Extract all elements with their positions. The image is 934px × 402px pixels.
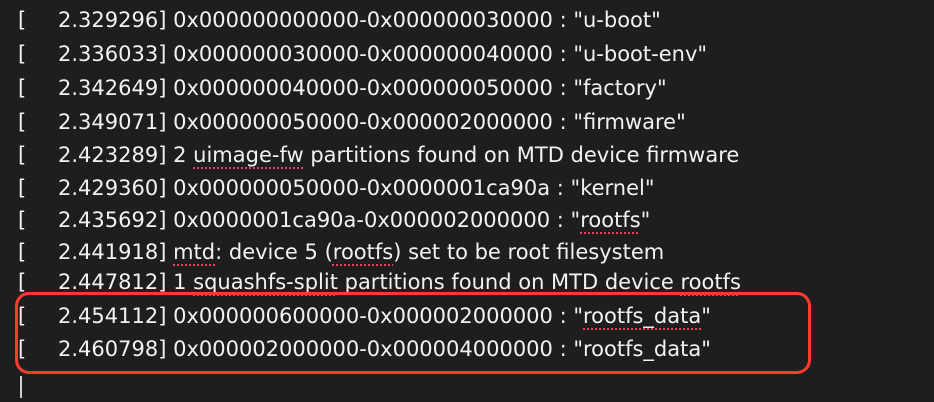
log-message: 0x000000600000-0x000002000000 : "rootfs_…	[173, 304, 711, 328]
log-bracket: [	[18, 270, 27, 294]
log-line: [2.454112] 0x000000600000-0x000002000000…	[18, 300, 711, 332]
log-line: [2.329296] 0x000000000000-0x000000030000…	[18, 4, 661, 36]
spellcheck-word: mtd	[173, 240, 216, 264]
log-bracket: [	[18, 143, 27, 167]
log-bracket: [	[18, 176, 27, 200]
log-message: 0x0000001ca90a-0x000002000000 : "rootfs"	[173, 208, 650, 232]
spellcheck-word: uimage-fw	[193, 143, 304, 167]
log-timestamp: 2.447812]	[58, 270, 167, 294]
log-message: 0x000000000000-0x000000030000 : "u-boot"	[173, 8, 661, 32]
log-message-part: "	[701, 304, 711, 328]
spellcheck-word: rootfs_data	[583, 304, 702, 328]
log-line: [2.435692] 0x0000001ca90a-0x000002000000…	[18, 204, 650, 236]
log-timestamp: 2.342649]	[58, 76, 167, 100]
spellcheck-word: squashfs-split	[193, 270, 338, 294]
spellcheck-word: rootfs	[580, 208, 641, 232]
spellcheck-word: rootfs	[680, 270, 741, 294]
log-message-part: 1	[173, 270, 194, 294]
log-timestamp: 2.336033]	[58, 42, 167, 66]
log-timestamp: 2.460798]	[58, 337, 167, 361]
log-line: [2.429360] 0x000000050000-0x0000001ca90a…	[18, 172, 655, 204]
log-message-part: 0x000000600000-0x000002000000 : "	[173, 304, 583, 328]
log-bracket: [	[18, 337, 27, 361]
log-message-part: 2	[173, 143, 194, 167]
log-message-part: partitions found on MTD device firmware	[303, 143, 740, 167]
log-message-part: "	[640, 208, 651, 232]
log-timestamp: 2.441918]	[58, 240, 167, 264]
terminal-window[interactable]: [2.329296] 0x000000000000-0x000000030000…	[0, 0, 934, 402]
log-message-part: 0x0000001ca90a-0x000002000000 : "	[173, 208, 581, 232]
log-line: [2.447812] 1 squashfs-split partitions f…	[18, 266, 741, 298]
log-bracket: [	[18, 304, 27, 328]
log-bracket: [	[18, 42, 27, 66]
log-line: [2.349071] 0x000000050000-0x000002000000…	[18, 106, 686, 138]
log-message: 0x000002000000-0x000004000000 : "rootfs_…	[173, 337, 711, 361]
log-timestamp: 2.454112]	[58, 304, 167, 328]
log-message: 0x000000050000-0x000002000000 : "firmwar…	[173, 110, 686, 134]
log-message: 2 uimage-fw partitions found on MTD devi…	[173, 143, 739, 167]
log-message-part: partitions found on MTD device	[337, 270, 681, 294]
log-bracket: [	[18, 208, 27, 232]
log-timestamp: 2.329296]	[58, 8, 167, 32]
log-message: mtd: device 5 (rootfs) set to be root fi…	[173, 240, 664, 264]
log-line: [2.441918] mtd: device 5 (rootfs) set to…	[18, 236, 664, 268]
log-line: [2.423289] 2 uimage-fw partitions found …	[18, 139, 739, 171]
log-message: 1 squashfs-split partitions found on MTD…	[173, 270, 741, 294]
log-timestamp: 2.423289]	[58, 143, 167, 167]
log-line: [2.460798] 0x000002000000-0x000004000000…	[18, 333, 711, 365]
log-timestamp: 2.349071]	[58, 110, 167, 134]
log-bracket: [	[18, 8, 27, 32]
log-message-part: : device 5 (	[215, 240, 333, 264]
log-message: 0x000000030000-0x000000040000 : "u-boot-…	[173, 42, 708, 66]
text-cursor	[20, 376, 22, 398]
log-bracket: [	[18, 76, 27, 100]
log-line: [2.342649] 0x000000040000-0x000000050000…	[18, 72, 667, 104]
log-line: [2.336033] 0x000000030000-0x000000040000…	[18, 38, 707, 70]
log-message-part: ) set to be root filesystem	[393, 240, 665, 264]
spellcheck-word: rootfs	[332, 240, 394, 264]
log-message: 0x000000040000-0x000000050000 : "factory…	[173, 76, 667, 100]
log-timestamp: 2.429360]	[58, 176, 167, 200]
log-bracket: [	[18, 240, 27, 264]
log-bracket: [	[18, 110, 27, 134]
log-timestamp: 2.435692]	[58, 208, 167, 232]
log-message: 0x000000050000-0x0000001ca90a : "kernel"	[173, 176, 655, 200]
